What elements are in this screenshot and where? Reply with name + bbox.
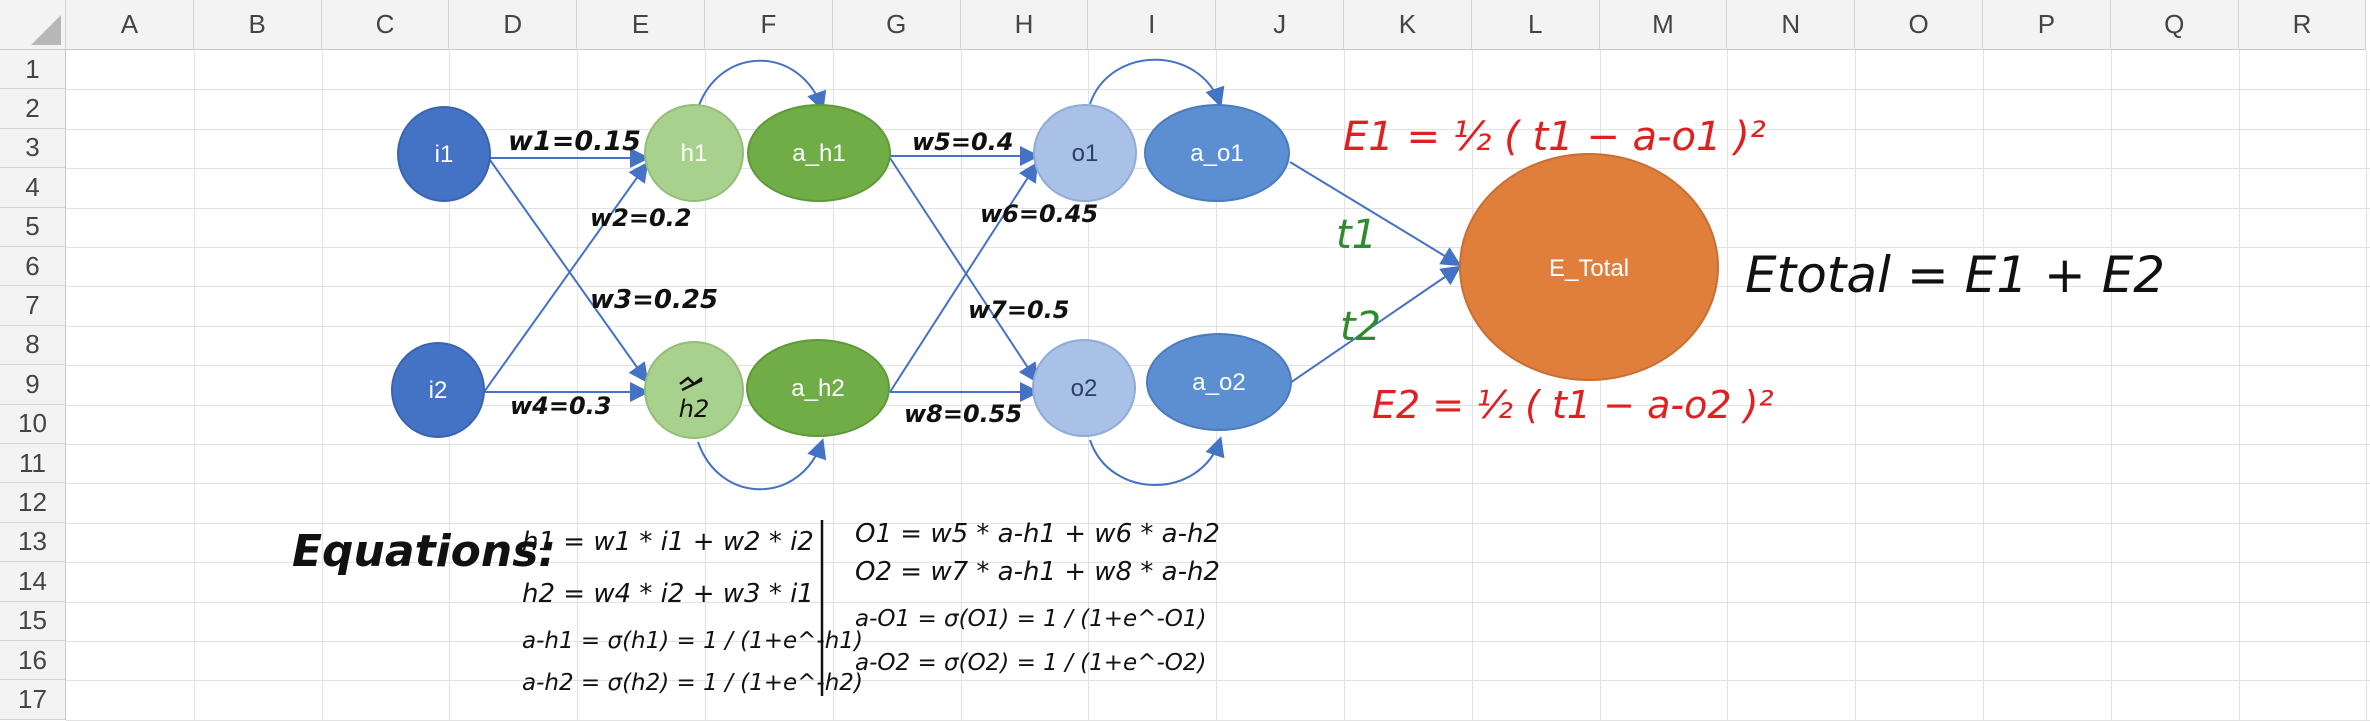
- etotal-formula: Etotal = E1 + E2: [1745, 246, 2165, 304]
- node-label-o1: o1: [1072, 140, 1099, 167]
- weight-w7: w7=0.5: [968, 296, 1070, 324]
- node-label-h1: h1: [681, 140, 708, 167]
- node-a-o1[interactable]: a_o1: [1144, 104, 1290, 202]
- equation-a-h1: a-h1 = σ(h1) = 1 / (1+e^-h1): [522, 628, 863, 654]
- node-h1[interactable]: h1: [644, 104, 744, 202]
- edge-loop-h2: [697, 438, 827, 491]
- edge-i1-h2: [489, 159, 649, 384]
- equation-a-h2: a-h2 = σ(h2) = 1 / (1+e^-h2): [522, 670, 863, 696]
- node-label-a-h2: a_h2: [791, 375, 844, 402]
- edge-ah1-o2: [889, 157, 1039, 384]
- error-e2-formula: E2 = ½ ( t1 − a-o2 )²: [1372, 383, 1774, 427]
- node-label-a-h1: a_h1: [792, 140, 845, 167]
- target-t2: t2: [1340, 304, 1381, 350]
- equation-h2: h2 = w4 * i2 + w3 * i1: [522, 579, 814, 609]
- node-label-o2: o2: [1071, 375, 1098, 402]
- equations-title: Equations:: [292, 526, 556, 577]
- equation-h1: h1 = w1 * i1 + w2 * i2: [522, 527, 814, 557]
- weight-w6: w6=0.45: [980, 200, 1098, 228]
- weight-w4: w4=0.3: [510, 392, 612, 420]
- edge-loop-o1: [1089, 58, 1225, 108]
- edge-loop-h1: [697, 59, 827, 112]
- weight-w3: w3=0.25: [590, 285, 718, 315]
- node-label-a-o1: a_o1: [1190, 140, 1243, 167]
- weight-w2: w2=0.2: [590, 204, 692, 232]
- equation-o2: O2 = w7 * a-h1 + w8 * a-h2: [855, 557, 1220, 587]
- equation-o1: O1 = w5 * a-h1 + w6 * a-h2: [855, 519, 1220, 549]
- node-a-h2[interactable]: a_h2: [746, 339, 890, 437]
- node-label-a-o2: a_o2: [1192, 369, 1245, 396]
- error-e1-formula: E1 = ½ ( t1 − a-o1 )²: [1343, 114, 1766, 160]
- node-label-h2: h2: [679, 395, 709, 423]
- node-label-i2: i2: [429, 377, 448, 404]
- edge-i2-h1: [483, 161, 649, 393]
- neural-network-diagram: i1 i2 h1 a_h1 h2 a_h2 o1 a_o1 o2 a_o2 E_…: [292, 58, 2165, 696]
- node-h2[interactable]: h2: [644, 341, 744, 439]
- weight-w8: w8=0.55: [904, 400, 1022, 428]
- weight-w5: w5=0.4: [912, 128, 1014, 156]
- node-label-e-total: E_Total: [1549, 255, 1629, 282]
- node-e-total[interactable]: E_Total: [1459, 153, 1719, 381]
- node-i1[interactable]: i1: [397, 106, 491, 202]
- node-a-h1[interactable]: a_h1: [747, 104, 891, 202]
- node-i2[interactable]: i2: [391, 342, 485, 438]
- target-t1: t1: [1336, 212, 1377, 258]
- node-label-i1: i1: [435, 141, 454, 168]
- node-a-o2[interactable]: a_o2: [1146, 333, 1292, 431]
- equation-a-o2: a-O2 = σ(O2) = 1 / (1+e^-O2): [855, 650, 1207, 676]
- weight-w1: w1=0.15: [508, 126, 641, 157]
- edge-loop-o2: [1089, 436, 1225, 486]
- node-o1[interactable]: o1: [1033, 104, 1137, 202]
- equation-a-o1: a-O1 = σ(O1) = 1 / (1+e^-O1): [855, 606, 1207, 632]
- node-o2[interactable]: o2: [1032, 339, 1136, 437]
